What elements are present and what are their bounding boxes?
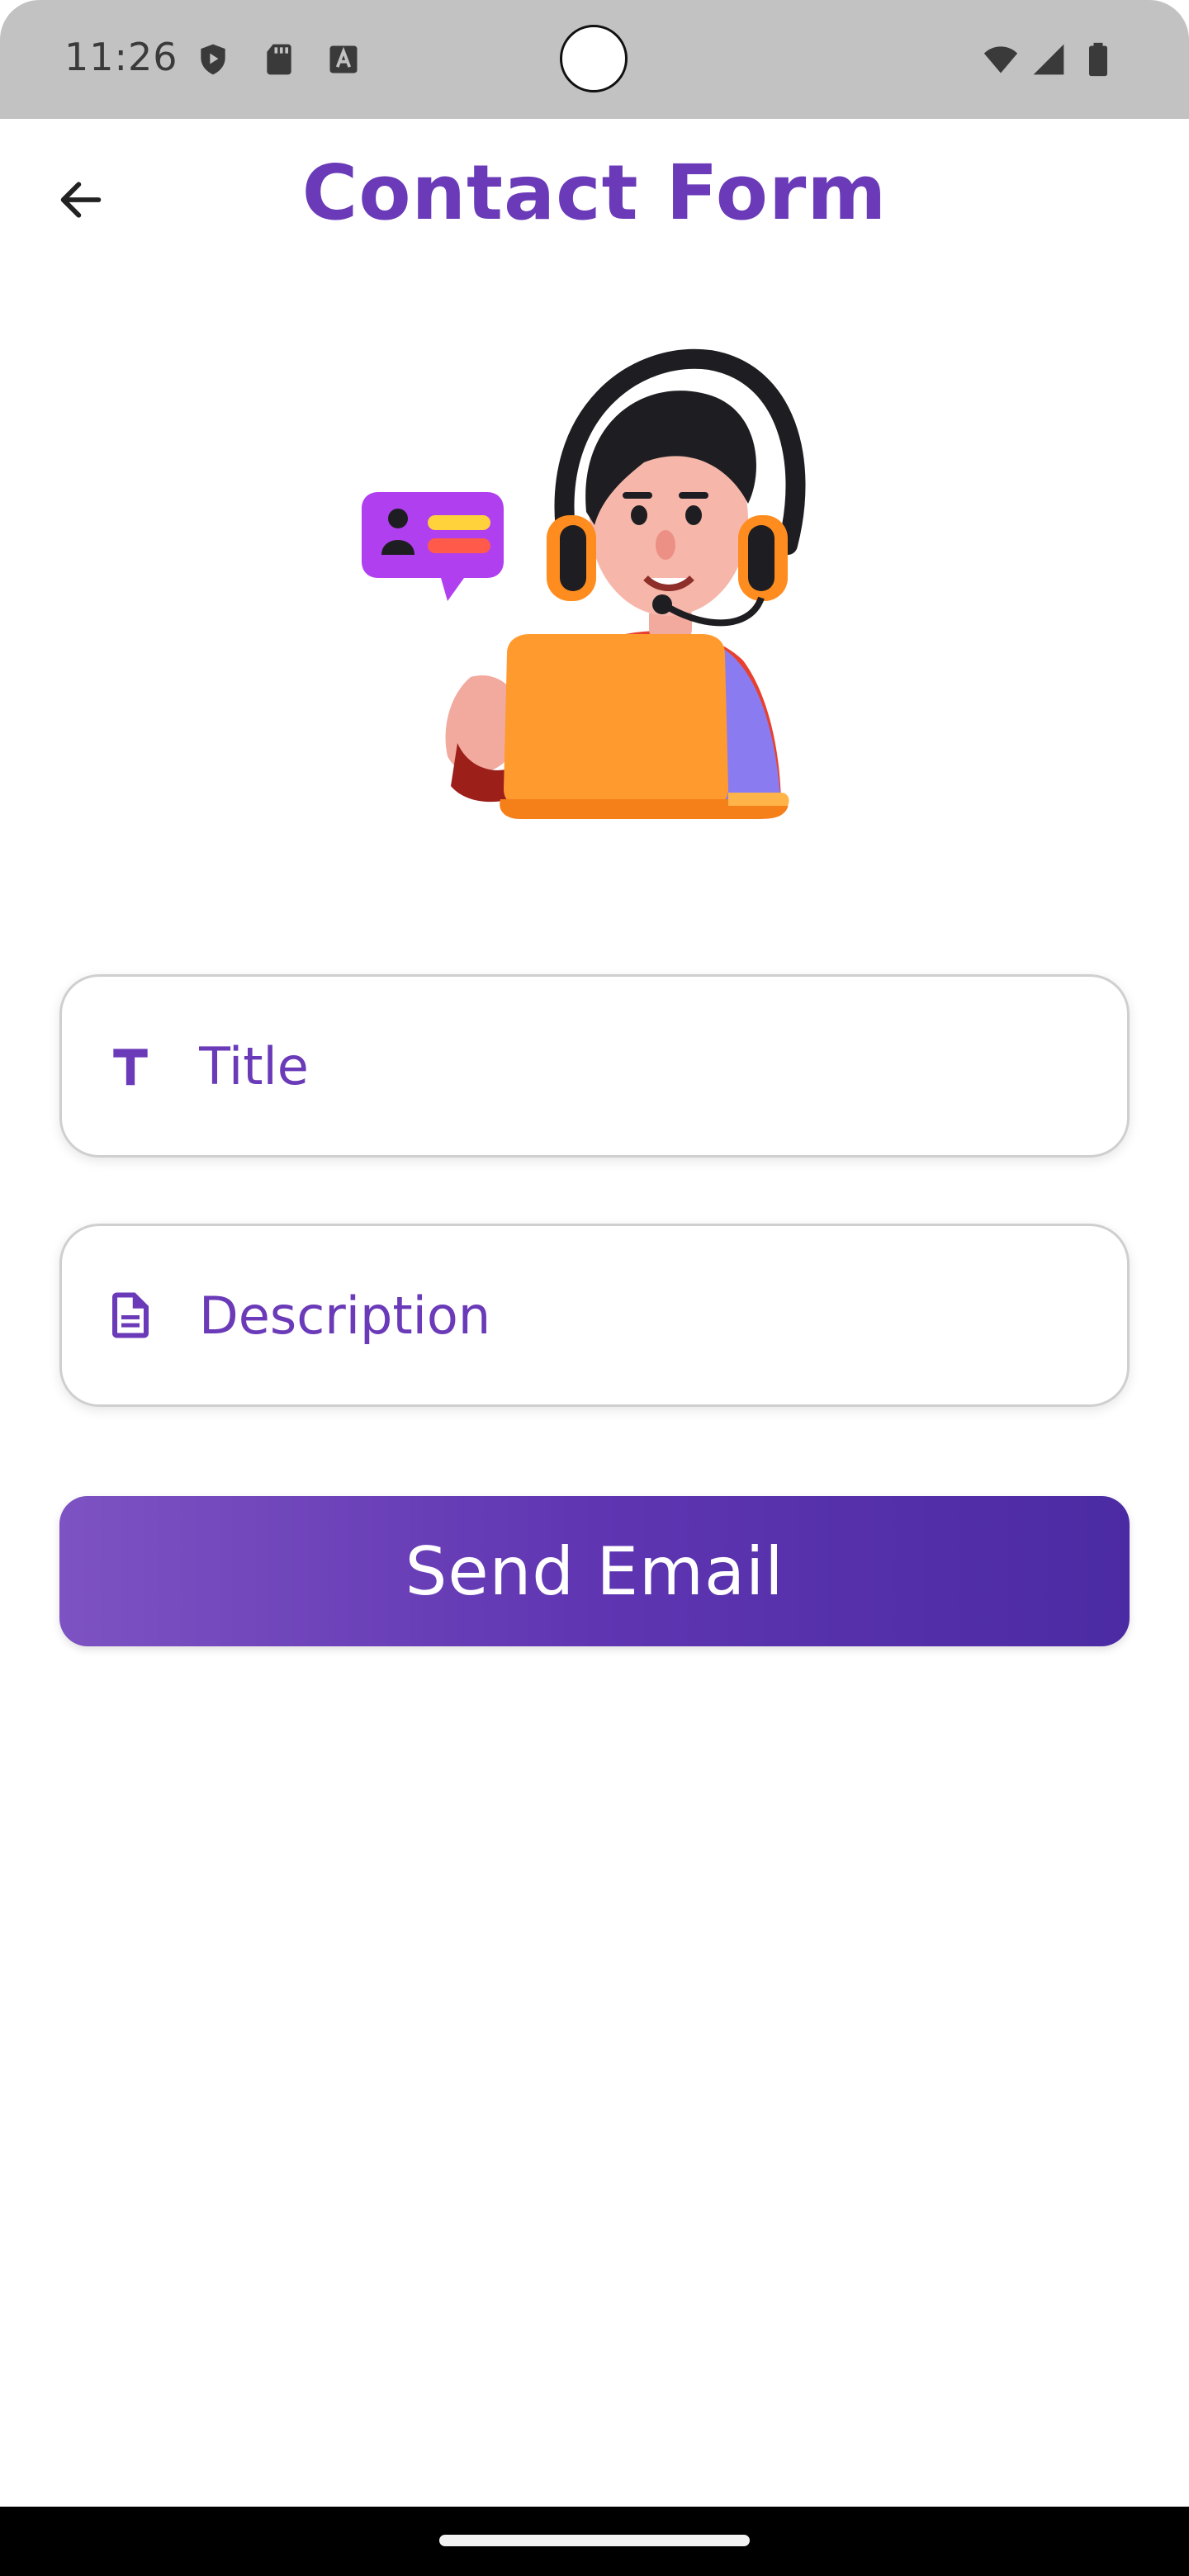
send-email-button[interactable]: Send Email (59, 1496, 1130, 1646)
support-agent-illustration (362, 348, 806, 819)
wifi-icon (983, 46, 1018, 73)
home-gesture-handle[interactable] (439, 2535, 750, 2546)
status-bar: 11:26 (0, 0, 1189, 119)
description-input[interactable] (199, 1274, 1025, 1357)
description-field[interactable] (59, 1224, 1130, 1407)
title-field[interactable] (59, 974, 1130, 1158)
status-time: 11:26 (64, 35, 178, 79)
camera-cutout (560, 25, 628, 92)
navigation-bar (0, 2507, 1189, 2576)
page-title: Contact Form (301, 149, 888, 237)
battery-icon (1089, 42, 1107, 77)
a-box-icon (329, 45, 358, 73)
sd-card-icon (267, 44, 291, 75)
signal-icon (1033, 44, 1064, 75)
text-t-icon (102, 1037, 159, 1095)
shield-play-icon (201, 44, 225, 75)
title-input[interactable] (199, 1025, 1025, 1107)
document-icon (102, 1286, 159, 1344)
